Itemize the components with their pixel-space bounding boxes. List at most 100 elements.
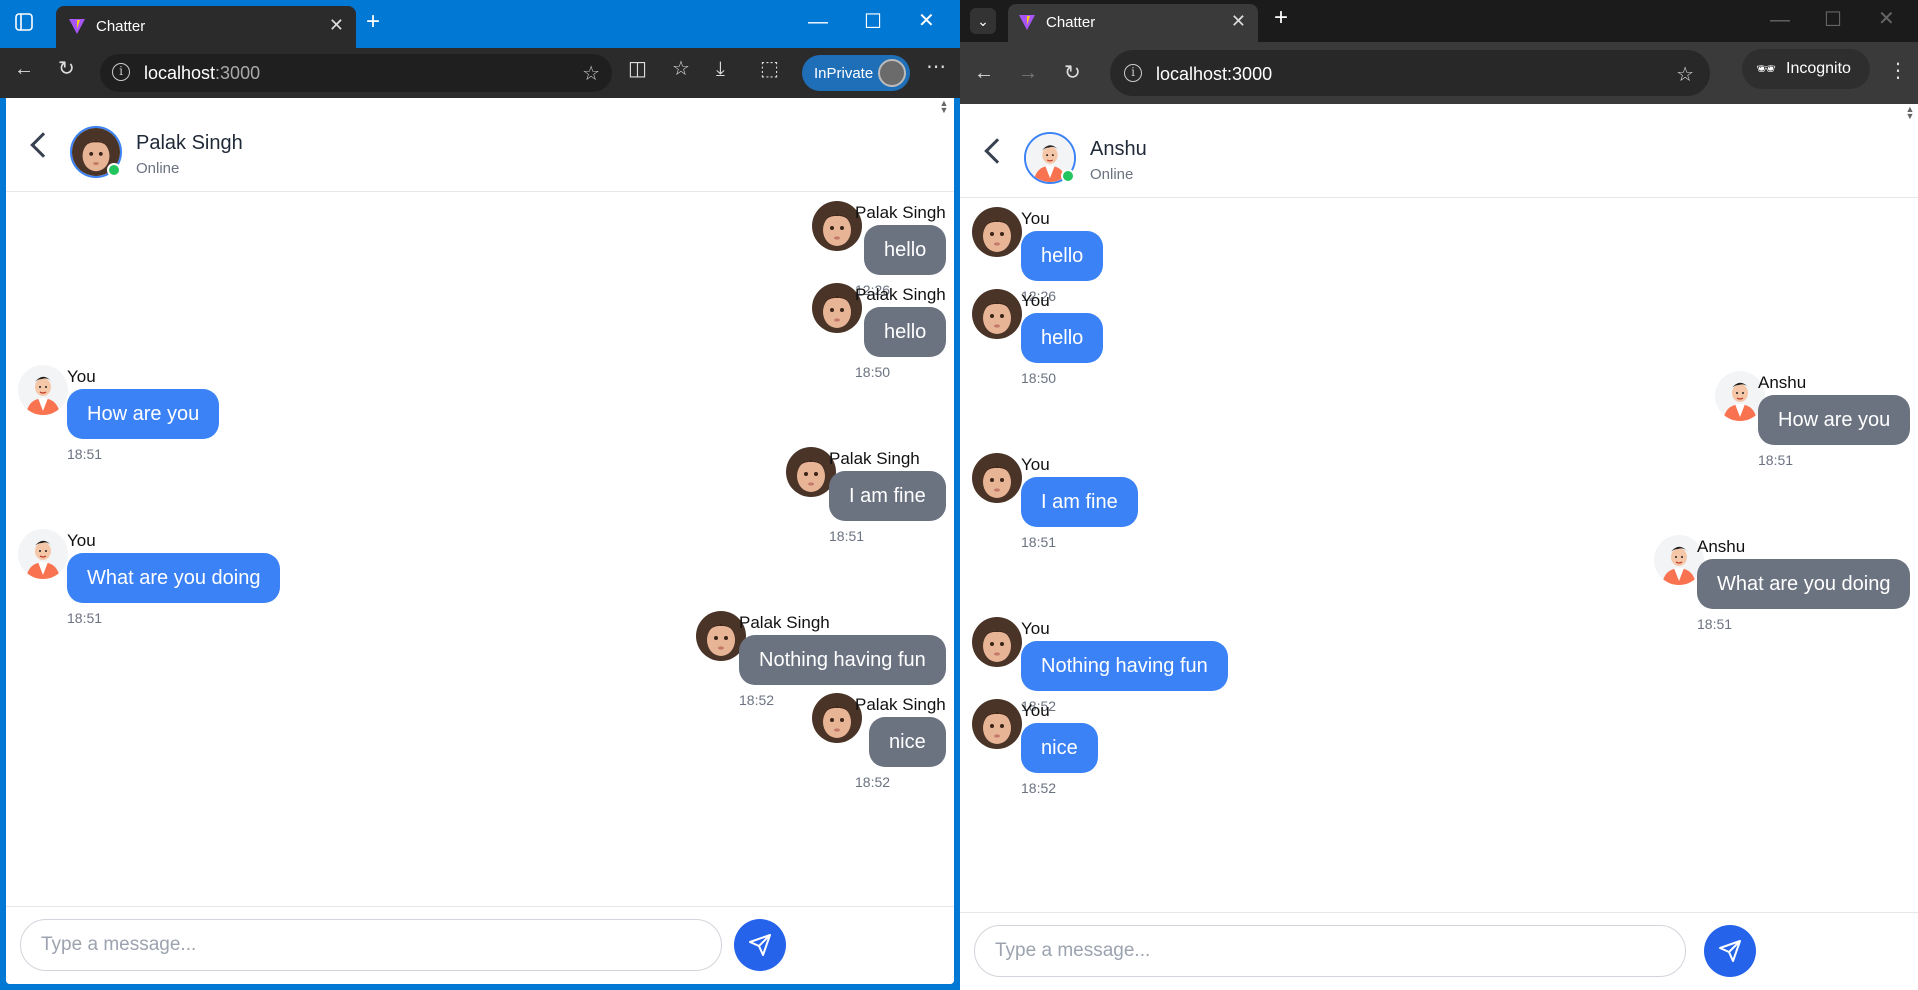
inprivate-button[interactable]: InPrivate <box>802 55 910 91</box>
sender-avatar <box>972 453 1022 503</box>
refresh-icon[interactable]: ↻ <box>58 58 75 80</box>
url-text: localhost:3000 <box>144 63 261 83</box>
profile-avatar <box>878 59 906 87</box>
message-list: Palak Singh hello 12:26 Palak Singh hello 18:… <box>6 193 954 906</box>
contact-name: Anshu <box>1090 138 1147 160</box>
online-indicator <box>107 163 121 177</box>
sender-avatar <box>972 207 1022 257</box>
minimize-icon[interactable]: — <box>808 12 828 32</box>
sender-avatar <box>18 365 68 415</box>
send-button[interactable] <box>1704 925 1756 977</box>
scrollbar[interactable]: ▲ ▼ <box>1904 105 1916 121</box>
sender-name: You <box>67 367 96 386</box>
message-bubble: Nothing having fun <box>739 635 946 685</box>
message-input[interactable]: Type a message... <box>974 925 1686 977</box>
sender-name: You <box>1021 701 1050 720</box>
chat-header: Palak Singh Online <box>6 98 954 192</box>
sender-avatar <box>18 529 68 579</box>
sender-name: Palak Singh <box>829 449 920 468</box>
toolbar: ← → ↻ i localhost:3000 ☆ 🕶 Incognito ⋮ <box>960 42 1918 104</box>
more-menu-icon[interactable]: ⋮ <box>1888 60 1908 82</box>
message-bubble: hello <box>864 307 947 357</box>
refresh-icon[interactable]: ↻ <box>1064 62 1081 84</box>
contact-name: Palak Singh <box>136 132 243 154</box>
chat-app: Anshu Online ▲ ▼ You hello 12:26 You hello 18:… <box>960 104 1918 990</box>
screenshot-icon[interactable]: ⬚ <box>760 58 779 80</box>
message-bubble: Nothing having fun <box>1021 641 1228 691</box>
bookmark-star-icon[interactable]: ☆ <box>1676 62 1694 87</box>
tab-search-icon[interactable]: ⌄ <box>970 8 996 34</box>
maximize-icon[interactable]: ☐ <box>1824 10 1842 30</box>
downloads-icon[interactable]: ⤓ <box>716 58 725 80</box>
online-indicator <box>1061 169 1075 183</box>
tab-chatter[interactable]: Chatter ✕ <box>56 6 356 48</box>
incognito-button[interactable]: 🕶 Incognito <box>1742 49 1870 89</box>
message-bubble: nice <box>1021 723 1098 773</box>
message-row: You nice 18:52 <box>960 691 1918 796</box>
message-bubble: How are you <box>1758 395 1911 445</box>
favorites-icon[interactable]: ☆ <box>672 58 690 80</box>
address-bar[interactable]: i localhost:3000 ☆ <box>1110 50 1710 96</box>
chrome-window: ⌄ Chatter ✕ + — ☐ ✕ ← → ↻ i localhost:30… <box>960 0 1918 990</box>
sender-name: Anshu <box>1697 537 1746 556</box>
toolbar: ← ↻ i localhost:3000 ☆ ◫ ☆ ⤓ ⬚ InPrivate… <box>0 48 960 98</box>
sender-name: You <box>1021 291 1050 310</box>
contact-status: Online <box>1090 166 1134 183</box>
sender-name: Palak Singh <box>855 285 946 304</box>
chat-header: Anshu Online <box>960 104 1918 198</box>
chevron-left-icon[interactable] <box>984 138 1010 164</box>
message-bubble: hello <box>1021 313 1104 363</box>
message-row: Palak Singh nice 18:52 <box>6 685 954 790</box>
sender-name: Anshu <box>1758 373 1807 392</box>
edge-window: Chatter ✕ + — ☐ ✕ ← ↻ i localhost:3000 ☆… <box>0 0 960 990</box>
sender-name: You <box>1021 209 1050 228</box>
composer: Type a message... <box>6 906 954 984</box>
vite-logo-icon <box>1018 13 1036 35</box>
message-bubble: I am fine <box>1021 477 1138 527</box>
favorite-star-icon[interactable]: ☆ <box>582 61 600 86</box>
message-input[interactable]: Type a message... <box>20 919 722 971</box>
tab-actions-icon[interactable] <box>14 12 34 36</box>
close-tab-icon[interactable]: ✕ <box>329 15 344 36</box>
contact-status: Online <box>136 160 180 177</box>
sender-avatar <box>972 699 1022 749</box>
send-button[interactable] <box>734 919 786 971</box>
sender-avatar <box>972 289 1022 339</box>
message-bubble: What are you doing <box>1697 559 1911 609</box>
tab-strip: Chatter ✕ + — ☐ ✕ <box>0 0 960 48</box>
scrollbar[interactable]: ▲ ▼ <box>938 99 950 115</box>
close-window-icon[interactable]: ✕ <box>918 11 935 31</box>
message-bubble: I am fine <box>829 471 946 521</box>
sender-name: Palak Singh <box>739 613 830 632</box>
chat-app: Palak Singh Online ▲ ▼ Palak Singh hello 12… <box>6 98 954 984</box>
maximize-icon[interactable]: ☐ <box>864 12 882 32</box>
message-bubble: nice <box>869 717 946 767</box>
minimize-icon[interactable]: — <box>1770 10 1790 30</box>
sender-name: You <box>1021 455 1050 474</box>
new-tab-icon[interactable]: + <box>366 10 380 34</box>
sender-name: Palak Singh <box>855 203 946 222</box>
split-screen-icon[interactable]: ◫ <box>628 58 647 80</box>
back-icon[interactable]: ← <box>974 62 994 84</box>
chevron-left-icon[interactable] <box>30 132 56 158</box>
site-info-icon[interactable]: i <box>1124 64 1142 82</box>
sender-name: You <box>1021 619 1050 638</box>
tab-chatter[interactable]: Chatter ✕ <box>1008 4 1258 42</box>
back-icon[interactable]: ← <box>14 58 34 80</box>
message-bubble: What are you doing <box>67 553 281 603</box>
message-time: 18:52 <box>855 774 891 790</box>
composer: Type a message... <box>960 912 1918 990</box>
vite-logo-icon <box>68 17 86 39</box>
more-menu-icon[interactable]: ⋯ <box>926 56 946 78</box>
close-tab-icon[interactable]: ✕ <box>1231 11 1246 32</box>
message-list: You hello 12:26 You hello 18:50 Anshu How are y… <box>960 199 1918 912</box>
sender-avatar <box>972 617 1022 667</box>
address-bar[interactable]: i localhost:3000 ☆ <box>100 54 612 92</box>
site-info-icon[interactable]: i <box>112 63 130 81</box>
sender-name: You <box>67 531 96 550</box>
message-bubble: hello <box>864 225 947 275</box>
message-bubble: hello <box>1021 231 1104 281</box>
forward-icon[interactable]: → <box>1018 62 1038 84</box>
close-window-icon[interactable]: ✕ <box>1878 9 1895 29</box>
new-tab-icon[interactable]: + <box>1274 6 1288 30</box>
